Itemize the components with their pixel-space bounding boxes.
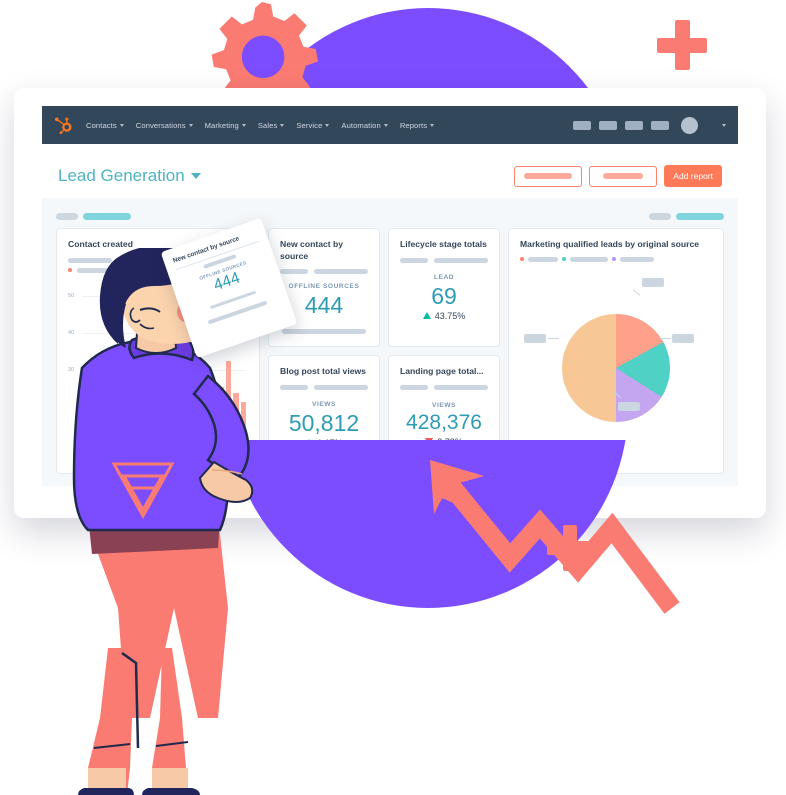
placeholder-pill	[83, 212, 131, 220]
plus-icon-middle	[547, 525, 593, 571]
pie-leader-line	[632, 288, 641, 296]
app-navbar: Contacts Conversations Marketing Sales S…	[42, 106, 738, 144]
placeholder-pill	[676, 212, 724, 220]
nav-item-sales[interactable]: Sales	[258, 121, 285, 130]
card-title: Lifecycle stage totals	[400, 239, 487, 249]
nav-utility-placeholder[interactable]	[625, 120, 643, 130]
nav-item-service[interactable]: Service	[296, 120, 330, 130]
chevron-down-icon	[383, 123, 388, 127]
chevron-down-icon	[190, 173, 201, 179]
nav-menu: Contacts Conversations Marketing Sales S…	[86, 120, 435, 130]
nav-utility-placeholder[interactable]	[599, 120, 617, 130]
illustration-stage: Contacts Conversations Marketing Sales S…	[0, 0, 786, 795]
page-title-text: Lead Generation	[58, 166, 185, 185]
placeholder-bar	[620, 256, 654, 262]
page-title[interactable]: Lead Generation	[58, 166, 201, 186]
toolbar-filter-left[interactable]	[56, 212, 131, 220]
nav-item-label: Marketing	[204, 120, 239, 130]
nav-item-marketing[interactable]: Marketing	[205, 121, 246, 130]
nav-item-label: Automation	[341, 120, 381, 130]
nav-item-label: Conversations	[135, 120, 186, 130]
pie-label-placeholder	[642, 277, 664, 287]
pie-label-placeholder	[672, 333, 694, 343]
kpi-value: 444	[304, 291, 344, 318]
dashboard-header: Lead Generation Add report	[42, 154, 738, 198]
nav-item-label: Sales	[257, 120, 278, 130]
legend-dot-icon	[612, 257, 616, 262]
placeholder-bar	[528, 256, 558, 262]
kpi-label: OFFLINE SOURCES	[288, 282, 360, 290]
chevron-down-icon	[280, 123, 285, 127]
hubspot-sprocket-logo	[54, 117, 72, 135]
nav-utility-group	[573, 116, 726, 134]
chevron-down-icon[interactable]	[722, 123, 726, 127]
nav-item-contacts[interactable]: Contacts	[86, 121, 124, 130]
plus-icon-top-right	[657, 20, 707, 70]
chevron-down-icon	[119, 123, 124, 127]
nav-item-reports[interactable]: Reports	[399, 120, 435, 130]
pie-legend	[520, 256, 712, 262]
chevron-down-icon	[325, 123, 330, 127]
dashboard-actions: Add report	[514, 165, 722, 187]
nav-item-label: Contacts	[86, 120, 117, 130]
avatar[interactable]	[681, 116, 698, 134]
card-title: Marketing qualified leads by original so…	[520, 239, 700, 249]
nav-item-label: Reports	[399, 120, 428, 130]
chevron-down-icon	[241, 123, 246, 127]
placeholder-label	[524, 173, 573, 179]
add-report-button[interactable]: Add report	[664, 165, 722, 187]
secondary-action-button[interactable]	[589, 165, 658, 187]
chevron-down-icon	[430, 123, 435, 127]
kpi-label: LEAD	[433, 273, 455, 281]
nav-utility-placeholder[interactable]	[651, 120, 669, 130]
chevron-down-icon	[188, 123, 193, 127]
placeholder-pill	[649, 212, 671, 220]
dashboard-toolbar	[42, 208, 738, 224]
nav-utility-placeholder[interactable]	[573, 120, 591, 130]
nav-item-conversations[interactable]: Conversations	[136, 121, 193, 130]
pie-leader-line	[660, 337, 671, 339]
placeholder-pill	[56, 212, 78, 220]
kpi-value: 69	[431, 282, 457, 309]
placeholder-bar	[570, 256, 608, 262]
secondary-action-button[interactable]	[514, 165, 583, 187]
legend-dot-icon	[562, 257, 566, 262]
placeholder-label	[603, 173, 644, 179]
legend-dot-icon	[520, 257, 524, 262]
card-title: New contact by source	[280, 239, 344, 261]
nav-item-automation[interactable]: Automation	[341, 120, 388, 130]
nav-item-label: Service	[296, 120, 323, 130]
toolbar-filter-right[interactable]	[649, 212, 724, 220]
